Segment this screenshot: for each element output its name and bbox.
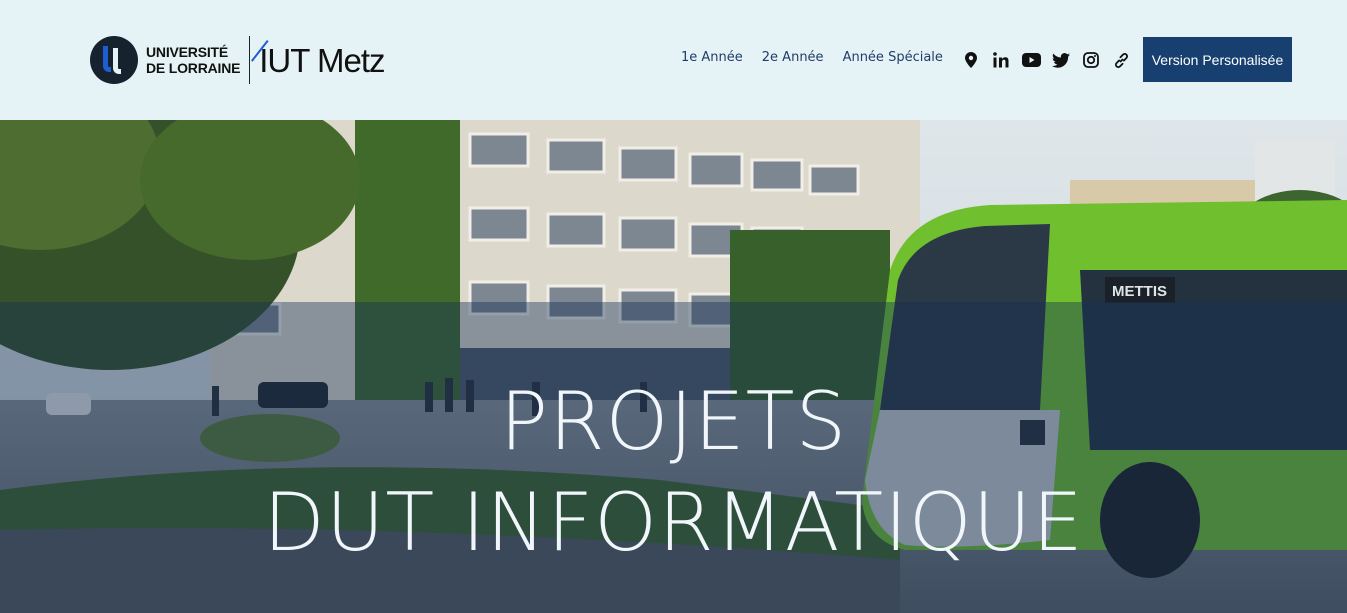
youtube-icon[interactable] xyxy=(1021,50,1041,70)
location-pin-icon[interactable] xyxy=(961,50,981,70)
nav-item-1e-annee[interactable]: 1e Année xyxy=(681,50,743,65)
hero-banner: METTIS PROJETS DUT INFORMATIQUE xyxy=(0,120,1347,613)
university-line2: DE LORRAINE xyxy=(146,60,241,76)
instagram-icon[interactable] xyxy=(1081,50,1101,70)
site-header: UNIVERSITÉ DE LORRAINE IUT Metz 1e Année… xyxy=(0,0,1347,120)
version-personalisee-button[interactable]: Version Personalisée xyxy=(1143,37,1292,82)
hero-title-line1: PROJETS xyxy=(499,375,848,468)
nav-item-annee-speciale[interactable]: Année Spéciale xyxy=(843,50,943,65)
universite-lorraine-wordmark: UNIVERSITÉ DE LORRAINE xyxy=(146,44,240,76)
svg-text:METTIS: METTIS xyxy=(1112,283,1167,300)
site-logo[interactable]: UNIVERSITÉ DE LORRAINE IUT Metz xyxy=(90,34,386,86)
hero-title-line2: DUT INFORMATIQUE xyxy=(263,476,1084,569)
link-icon[interactable] xyxy=(1111,50,1131,70)
iut-metz-wordmark: IUT Metz xyxy=(251,39,386,77)
nav-item-2e-annee[interactable]: 2e Année xyxy=(762,50,824,65)
university-line1: UNIVERSITÉ xyxy=(146,44,229,60)
social-bar xyxy=(961,50,1131,70)
main-nav: 1e Année 2e Année Année Spéciale xyxy=(681,50,943,65)
twitter-icon[interactable] xyxy=(1051,50,1071,70)
linkedin-icon[interactable] xyxy=(991,50,1011,70)
universite-lorraine-logo-icon xyxy=(90,36,138,84)
